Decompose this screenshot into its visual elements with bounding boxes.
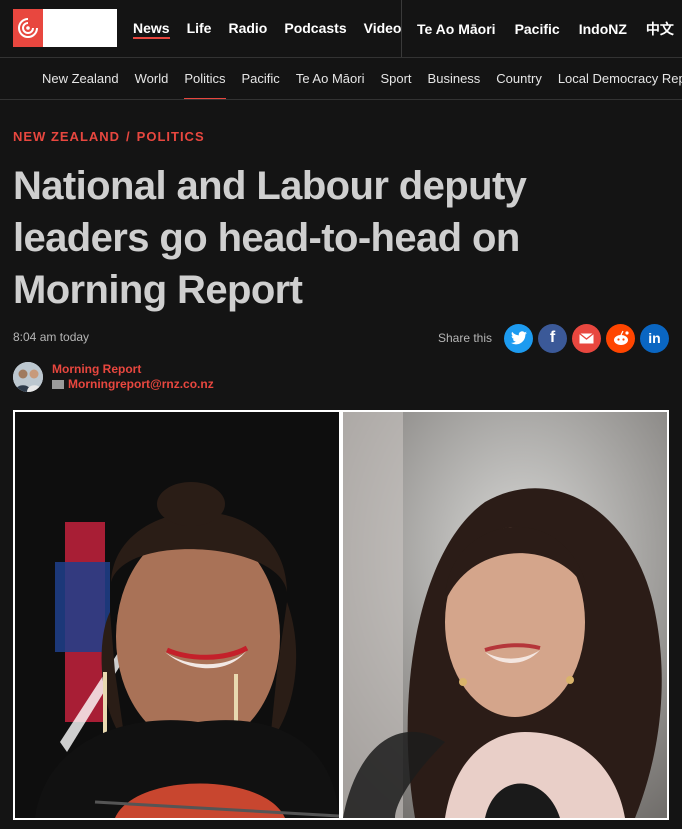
section-new-zealand[interactable]: New Zealand xyxy=(42,58,119,99)
facebook-share-button[interactable]: f xyxy=(538,323,567,353)
nav-indonz[interactable]: IndoNZ xyxy=(579,21,627,37)
section-world[interactable]: World xyxy=(135,58,169,99)
email-icon xyxy=(579,332,594,343)
nav-radio[interactable]: Radio xyxy=(228,0,267,57)
top-bar: News Life Radio Podcasts Video Te Ao Māo… xyxy=(0,0,682,57)
nav-life[interactable]: Life xyxy=(187,0,212,57)
section-sport[interactable]: Sport xyxy=(380,58,411,99)
mail-icon xyxy=(52,379,64,389)
author-email-link[interactable]: Morningreport@rnz.co.nz xyxy=(52,377,214,391)
breadcrumb-politics[interactable]: POLITICS xyxy=(137,129,205,144)
section-country[interactable]: Country xyxy=(496,58,542,99)
breadcrumb-separator: / xyxy=(126,129,131,144)
email-share-button[interactable] xyxy=(572,323,601,353)
section-pacific[interactable]: Pacific xyxy=(242,58,280,99)
twitter-icon xyxy=(510,331,527,345)
reddit-icon xyxy=(613,330,629,345)
author-email: Morningreport@rnz.co.nz xyxy=(68,377,214,391)
primary-nav: News Life Radio Podcasts Video xyxy=(133,0,418,57)
nav-divider xyxy=(401,0,402,57)
linkedin-icon: in xyxy=(648,330,661,346)
section-local-democracy[interactable]: Local Democracy Rep xyxy=(558,58,682,99)
nav-video[interactable]: Video xyxy=(364,0,402,57)
rnz-logo[interactable] xyxy=(13,9,117,47)
section-nav: New Zealand World Politics Pacific Te Ao… xyxy=(0,57,682,100)
twitter-share-button[interactable] xyxy=(504,323,533,353)
breadcrumb: NEW ZEALAND / POLITICS xyxy=(13,129,205,144)
article-hero-image xyxy=(13,410,669,820)
article-headline: National and Labour deputy leaders go he… xyxy=(13,164,527,312)
section-te-ao-maori[interactable]: Te Ao Māori xyxy=(296,58,365,99)
share-bar: Share this f in xyxy=(438,323,669,353)
nav-podcasts[interactable]: Podcasts xyxy=(284,0,346,57)
nav-pacific[interactable]: Pacific xyxy=(515,21,560,37)
section-business[interactable]: Business xyxy=(428,58,481,99)
linkedin-share-button[interactable]: in xyxy=(640,323,669,353)
secondary-nav: Te Ao Māori Pacific IndoNZ 中文 xyxy=(417,0,682,57)
share-label: Share this xyxy=(437,331,492,345)
facebook-icon: f xyxy=(549,329,556,346)
publish-date: 8:04 am today xyxy=(13,330,90,344)
breadcrumb-new-zealand[interactable]: NEW ZEALAND xyxy=(13,129,120,144)
rnz-logo-icon xyxy=(13,9,43,47)
nav-chinese[interactable]: 中文 xyxy=(646,19,674,39)
author-name[interactable]: Morning Report xyxy=(52,362,141,376)
nav-te-ao-maori[interactable]: Te Ao Māori xyxy=(417,21,496,37)
author-avatar xyxy=(13,362,43,392)
reddit-share-button[interactable] xyxy=(606,323,635,353)
nav-news[interactable]: News xyxy=(133,0,170,57)
section-politics[interactable]: Politics xyxy=(184,58,226,99)
